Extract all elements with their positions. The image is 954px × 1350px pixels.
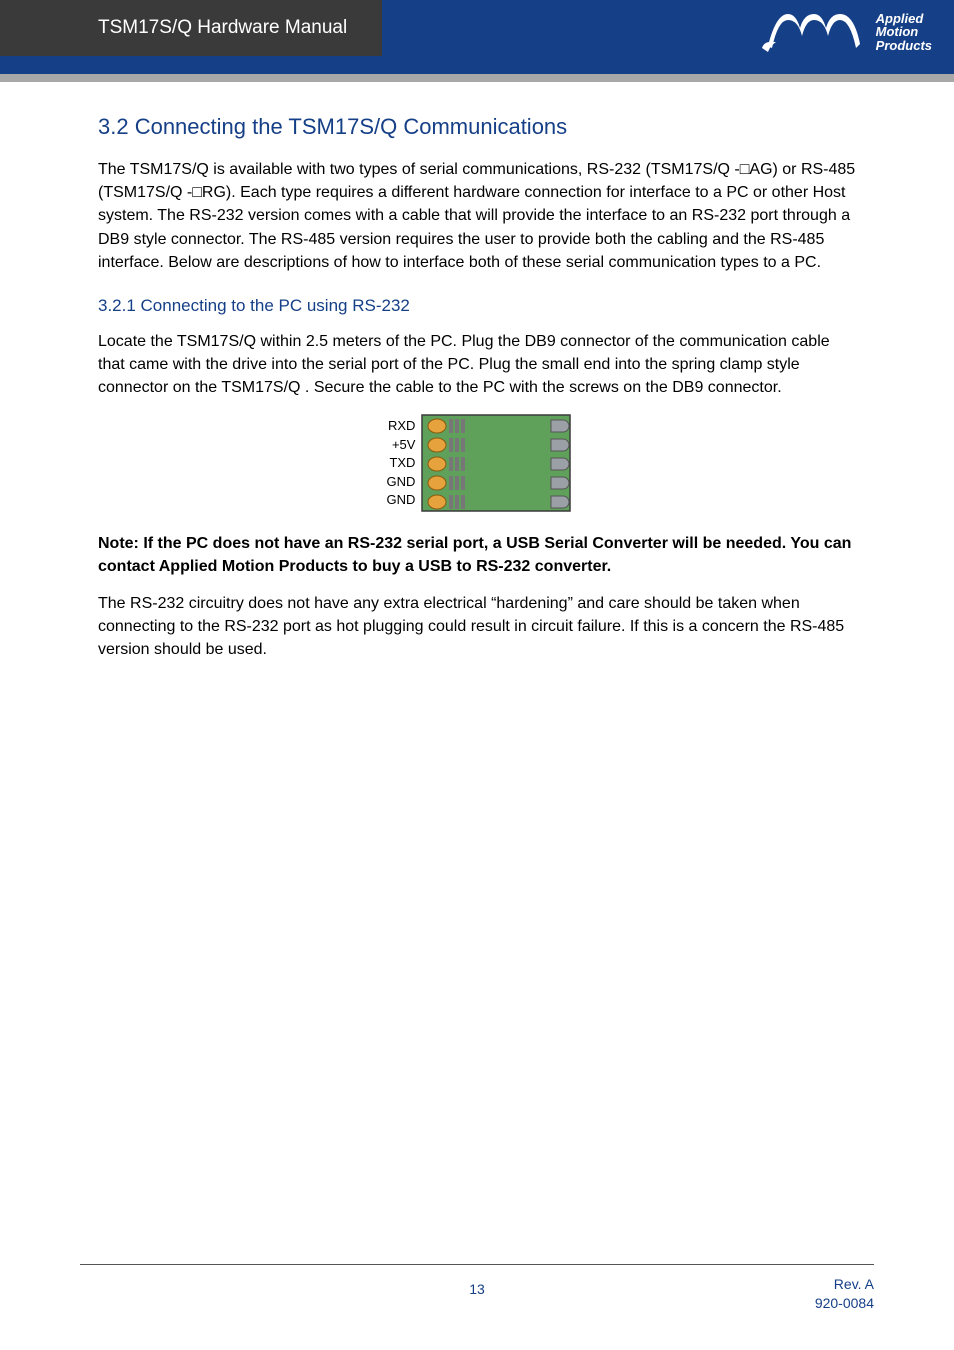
footer-revision: Rev. A 920-0084	[815, 1275, 874, 1314]
brand-logo: Applied Motion Products	[760, 6, 932, 58]
page-footer: 13 Rev. A 920-0084	[80, 1264, 874, 1314]
connector-pin-labels: RXD +5V TXD GND GND	[387, 417, 416, 510]
section-heading-3-2: 3.2 Connecting the TSM17S/Q Communicatio…	[98, 114, 860, 140]
header-left-panel: TSM17S/Q Hardware Manual	[0, 0, 382, 56]
document-title: TSM17S/Q Hardware Manual	[98, 17, 347, 39]
rev-label: Rev. A	[815, 1275, 874, 1295]
note-usb-converter: Note: If the PC does not have an RS-232 …	[98, 532, 860, 578]
header-gray-strip	[0, 74, 954, 82]
section-heading-3-2-1: 3.2.1 Connecting to the PC using RS-232	[98, 296, 860, 316]
brand-mark-icon	[760, 6, 870, 58]
brand-line1: Applied	[876, 12, 932, 26]
pin-label: GND	[387, 473, 416, 492]
doc-number: 920-0084	[815, 1294, 874, 1314]
pin-label: RXD	[387, 417, 416, 436]
header-right-panel: Applied Motion Products	[382, 0, 954, 74]
paragraph-hardening: The RS-232 circuitry does not have any e…	[98, 592, 860, 662]
brand-line3: Products	[876, 39, 932, 53]
paragraph-intro: The TSM17S/Q is available with two types…	[98, 158, 860, 274]
brand-line2: Motion	[876, 25, 932, 39]
paragraph-rs232-locate: Locate the TSM17S/Q within 2.5 meters of…	[98, 330, 860, 400]
connector-figure: RXD +5V TXD GND GND	[98, 414, 860, 514]
content-area: 3.2 Connecting the TSM17S/Q Communicatio…	[98, 114, 860, 675]
pin-label: +5V	[387, 436, 416, 455]
page-header: Applied Motion Products TSM17S/Q Hardwar…	[0, 0, 954, 74]
page: Applied Motion Products TSM17S/Q Hardwar…	[0, 0, 954, 1350]
pin-label: TXD	[387, 454, 416, 473]
connector-icon	[421, 414, 571, 514]
pin-label: GND	[387, 491, 416, 510]
page-number: 13	[469, 1281, 485, 1297]
